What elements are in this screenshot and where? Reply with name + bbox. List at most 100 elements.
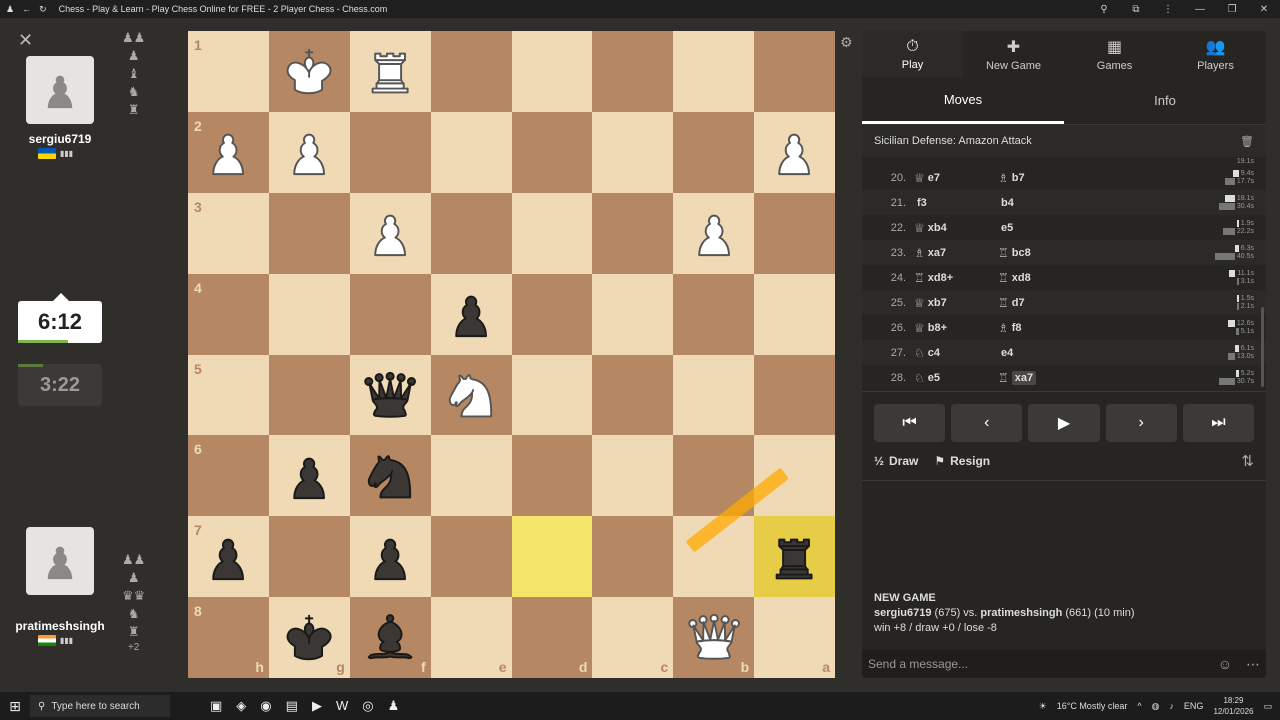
square-c3[interactable] <box>592 192 674 274</box>
square-e5[interactable] <box>430 354 512 436</box>
square-a2[interactable] <box>754 111 835 193</box>
square-h7[interactable]: 7 <box>188 516 269 598</box>
square-d7[interactable] <box>511 516 593 598</box>
play-button[interactable]: ▶ <box>1028 404 1100 442</box>
square-d8[interactable]: d <box>511 597 593 678</box>
move-list-scrollbar[interactable] <box>1261 307 1264 387</box>
avatar-bottom[interactable] <box>26 527 94 595</box>
white-king-icon[interactable] <box>269 31 350 112</box>
subtab-moves[interactable]: Moves <box>862 77 1064 124</box>
black-move[interactable]: ♖ d7 <box>998 296 1082 310</box>
player-top-name[interactable]: sergiu6719 <box>0 132 120 146</box>
language-indicator[interactable]: ENG <box>1184 701 1204 711</box>
task-view-icon[interactable]: ▣ <box>210 698 222 714</box>
square-a4[interactable] <box>754 273 835 355</box>
extensions-icon[interactable]: ⧉ <box>1120 4 1152 15</box>
last-move-button[interactable]: ⏭ <box>1182 404 1255 442</box>
square-f3[interactable] <box>349 192 431 274</box>
trash-icon[interactable]: 🗑 <box>1240 135 1254 148</box>
black-bishop-icon[interactable] <box>350 597 431 678</box>
square-c6[interactable] <box>592 435 674 517</box>
black-queen-icon[interactable] <box>350 355 431 436</box>
taskbar-search[interactable]: ⚲ Type here to search <box>30 695 170 717</box>
square-a3[interactable] <box>754 192 835 274</box>
weather-text[interactable]: 16°C Mostly clear <box>1057 701 1128 711</box>
tab-new-game[interactable]: ✚ New Game <box>963 31 1064 77</box>
folder-icon[interactable]: ▤ <box>286 698 298 714</box>
square-e3[interactable] <box>430 192 512 274</box>
square-h8[interactable]: 8h <box>188 597 269 678</box>
close-window-button[interactable]: ✕ <box>1248 4 1280 15</box>
square-c8[interactable]: c <box>592 597 674 678</box>
white-move[interactable]: f3 <box>914 197 998 209</box>
black-rook-icon[interactable] <box>754 516 835 597</box>
square-d5[interactable] <box>511 354 593 436</box>
square-g2[interactable] <box>268 111 350 193</box>
volume-icon[interactable]: ♪ <box>1169 701 1174 711</box>
square-g3[interactable] <box>268 192 350 274</box>
black-move[interactable]: ♖ bc8 <box>998 246 1082 260</box>
square-f7[interactable] <box>349 516 431 598</box>
white-rook-icon[interactable] <box>350 31 431 112</box>
white-queen-icon[interactable] <box>673 597 754 678</box>
square-c2[interactable] <box>592 111 674 193</box>
chess-board[interactable]: 12345678hgfedcba <box>188 31 835 678</box>
first-move-button[interactable]: ⏮ <box>874 404 946 442</box>
white-move[interactable]: ♕ e7 <box>914 171 998 185</box>
white-move[interactable]: ♕ xb4 <box>914 221 998 235</box>
square-b5[interactable] <box>673 354 755 436</box>
white-pawn-icon[interactable] <box>673 193 754 274</box>
square-f6[interactable] <box>349 435 431 517</box>
settings-gear-icon[interactable]: ⚙ <box>840 34 853 51</box>
tab-players[interactable]: 👥 Players <box>1165 31 1266 77</box>
reload-icon[interactable]: ↻ <box>39 4 47 15</box>
previous-move-button[interactable]: ‹ <box>951 404 1023 442</box>
white-knight-icon[interactable] <box>431 355 512 436</box>
new-game-p2[interactable]: pratimeshsingh <box>980 607 1062 619</box>
square-c5[interactable] <box>592 354 674 436</box>
copilot-icon[interactable]: ◈ <box>236 698 246 714</box>
network-icon[interactable]: ◍ <box>1152 701 1160 712</box>
square-f2[interactable] <box>349 111 431 193</box>
white-move[interactable]: ♗ xa7 <box>914 246 998 260</box>
windows-start-icon[interactable]: ⊞ <box>0 698 30 715</box>
white-move[interactable]: ♘ c4 <box>914 346 998 360</box>
square-b1[interactable] <box>673 31 755 112</box>
square-e8[interactable]: e <box>430 597 512 678</box>
tab-games[interactable]: ▦ Games <box>1064 31 1165 77</box>
square-g6[interactable] <box>268 435 350 517</box>
square-e4[interactable] <box>430 273 512 355</box>
white-pawn-icon[interactable] <box>188 112 269 193</box>
chevron-up-icon[interactable]: ^ <box>1137 701 1141 711</box>
black-pawn-icon[interactable] <box>269 435 350 516</box>
square-f5[interactable] <box>349 354 431 436</box>
square-g5[interactable] <box>268 354 350 436</box>
black-king-icon[interactable] <box>269 597 350 678</box>
square-b3[interactable] <box>673 192 755 274</box>
chat-input[interactable]: Send a message... <box>868 657 968 671</box>
square-d6[interactable] <box>511 435 593 517</box>
new-game-p1[interactable]: sergiu6719 <box>874 607 931 619</box>
square-a6[interactable] <box>754 435 835 517</box>
notifications-icon[interactable]: ▭ <box>1263 701 1272 712</box>
black-move[interactable]: b4 <box>998 197 1082 209</box>
white-pawn-icon[interactable] <box>350 193 431 274</box>
square-c1[interactable] <box>592 31 674 112</box>
black-pawn-icon[interactable] <box>431 274 512 355</box>
square-h1[interactable]: 1 <box>188 31 269 112</box>
square-g8[interactable]: g <box>268 597 350 678</box>
white-pawn-icon[interactable] <box>269 112 350 193</box>
next-move-button[interactable]: › <box>1105 404 1177 442</box>
back-icon[interactable]: ← <box>22 4 31 14</box>
square-g7[interactable] <box>268 516 350 598</box>
square-h2[interactable]: 2 <box>188 111 269 193</box>
square-d3[interactable] <box>511 192 593 274</box>
square-f1[interactable] <box>349 31 431 112</box>
move-list[interactable]: 19.1s 20. ♕ e7 ♗ b7 9.4s 17.7s 21. f3 b4 18.1s 30.4… <box>862 157 1266 391</box>
zoom-icon[interactable]: ⚲ <box>1088 4 1120 15</box>
more-icon[interactable]: ⋯ <box>1246 656 1260 673</box>
black-move[interactable]: ♖ xa7 <box>998 370 1082 385</box>
weather-icon[interactable]: ☀ <box>1039 701 1047 712</box>
restore-button[interactable]: ❐ <box>1216 4 1248 15</box>
square-g1[interactable] <box>268 31 350 112</box>
